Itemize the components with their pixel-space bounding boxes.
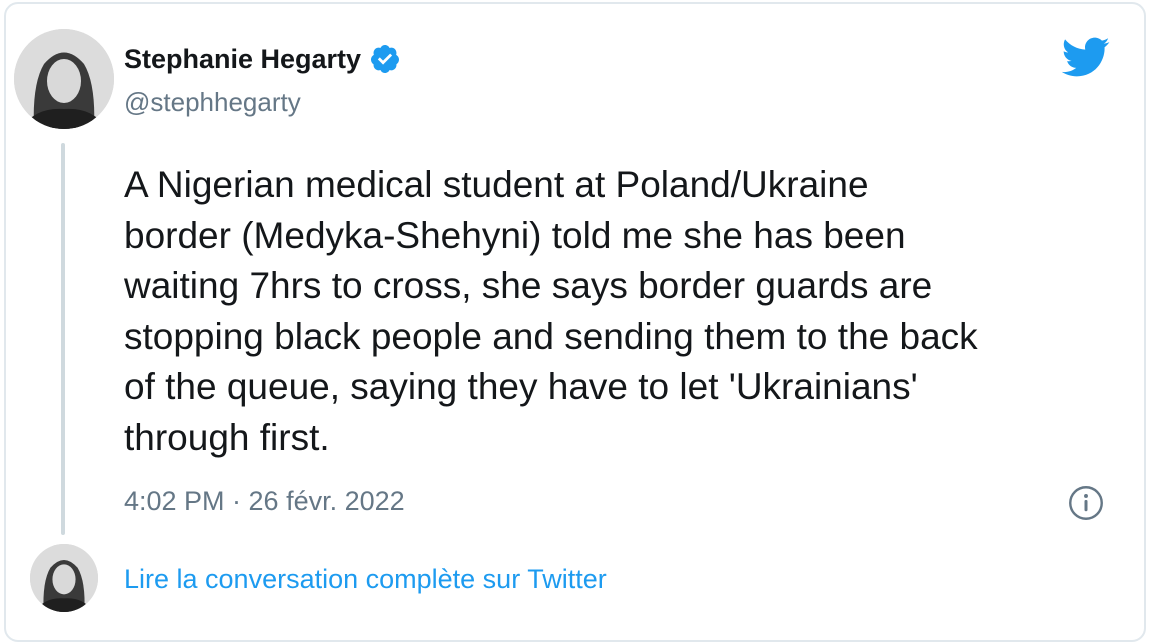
viewer-photo <box>30 544 98 612</box>
author-name[interactable]: Stephanie Hegarty <box>124 43 361 75</box>
read-full-conversation-link[interactable]: Lire la conversation complète sur Twitte… <box>124 562 607 596</box>
verified-badge-icon <box>371 45 400 73</box>
info-icon[interactable] <box>1068 485 1104 521</box>
tweet-text: A Nigerian medical student at Poland/Ukr… <box>124 164 978 458</box>
author-photo <box>14 29 114 129</box>
author-handle[interactable]: @stephhegarty <box>124 86 301 118</box>
viewer-avatar[interactable] <box>30 544 98 612</box>
tweet-timestamp[interactable]: 4:02 PM · 26 févr. 2022 <box>124 484 405 518</box>
thread-line <box>61 143 65 535</box>
twitter-bird-icon[interactable] <box>1059 36 1111 78</box>
author-avatar[interactable] <box>14 29 114 129</box>
author-name-row[interactable]: Stephanie Hegarty <box>124 43 401 75</box>
